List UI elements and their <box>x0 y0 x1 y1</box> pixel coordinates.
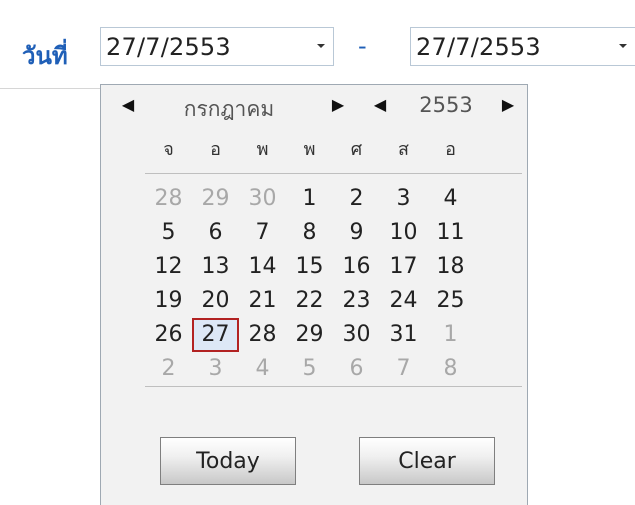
calendar-day[interactable]: 6 <box>192 216 239 250</box>
prev-month-icon[interactable]: ◀ <box>113 85 143 123</box>
calendar-grid-divider <box>145 386 522 387</box>
calendar-day[interactable]: 11 <box>427 216 474 250</box>
weekday-label: อ <box>210 139 221 160</box>
end-date-value: 27/7/2553 <box>416 32 541 61</box>
calendar-day[interactable]: 28 <box>239 318 286 352</box>
calendar-week-row: 5 6 7 8 9 10 11 <box>145 216 522 250</box>
calendar-day[interactable]: 4 <box>239 352 286 386</box>
weekday-label: พ <box>256 139 269 160</box>
date-filter-page: วันที่ 27/7/2553 - 27/7/2553 ◀ กรกฎาคม ▶… <box>0 0 635 505</box>
calendar-day[interactable]: 3 <box>380 182 427 216</box>
calendar-day[interactable]: 24 <box>380 284 427 318</box>
calendar-day[interactable]: 8 <box>286 216 333 250</box>
weekday-label: ศ <box>350 139 363 160</box>
calendar-day[interactable]: 9 <box>333 216 380 250</box>
calendar-day[interactable]: 7 <box>380 352 427 386</box>
calendar-day[interactable]: 29 <box>286 318 333 352</box>
date-label: วันที่ <box>22 42 68 70</box>
next-month-icon[interactable]: ▶ <box>323 85 353 123</box>
calendar-week-row: 28 29 30 1 2 3 4 <box>145 182 522 216</box>
calendar-day[interactable]: 12 <box>145 250 192 284</box>
weekday-label: จ <box>163 139 174 160</box>
prev-year-icon[interactable]: ◀ <box>365 85 395 123</box>
toolbar-divider <box>0 88 100 89</box>
calendar-header: ◀ กรกฎาคม ▶ ◀ 2553 ▶ <box>101 85 527 123</box>
calendar-day[interactable]: 30 <box>333 318 380 352</box>
calendar-day[interactable]: 4 <box>427 182 474 216</box>
calendar-day[interactable]: 18 <box>427 250 474 284</box>
calendar-day[interactable]: 16 <box>333 250 380 284</box>
calendar-week-row: 19 20 21 22 23 24 25 <box>145 284 522 318</box>
calendar-grid: จ อ พ พ ศ ส อ 28 29 30 1 2 3 4 5 6 7 8 9 10 11 12 13 14 1… <box>145 133 522 387</box>
calendar-day[interactable]: 28 <box>145 182 192 216</box>
start-date-value: 27/7/2553 <box>106 32 231 61</box>
calendar-day[interactable]: 13 <box>192 250 239 284</box>
end-date-combobox[interactable]: 27/7/2553 <box>410 27 635 66</box>
calendar-day[interactable]: 8 <box>427 352 474 386</box>
calendar-day[interactable]: 2 <box>333 182 380 216</box>
calendar-day[interactable]: 17 <box>380 250 427 284</box>
calendar-day[interactable]: 21 <box>239 284 286 318</box>
start-date-combobox[interactable]: 27/7/2553 <box>100 27 334 66</box>
calendar-day[interactable]: 3 <box>192 352 239 386</box>
calendar-day-selected[interactable]: 27 <box>192 318 239 352</box>
calendar-day[interactable]: 1 <box>286 182 333 216</box>
year-label: 2553 <box>419 93 473 117</box>
calendar-day[interactable]: 22 <box>286 284 333 318</box>
weekday-label: พ <box>303 139 316 160</box>
start-date-dropdown-icon[interactable] <box>317 44 325 48</box>
next-year-icon[interactable]: ▶ <box>493 85 523 123</box>
calendar-popup: ◀ กรกฎาคม ▶ ◀ 2553 ▶ จ อ พ พ ศ ส อ 28 29 3… <box>100 84 528 505</box>
end-date-dropdown-icon[interactable] <box>619 44 627 48</box>
calendar-week-row: 12 13 14 15 16 17 18 <box>145 250 522 284</box>
calendar-day[interactable]: 7 <box>239 216 286 250</box>
calendar-day[interactable]: 6 <box>333 352 380 386</box>
today-button[interactable]: Today <box>160 437 296 485</box>
month-label: กรกฎาคม <box>183 97 275 121</box>
calendar-day[interactable]: 14 <box>239 250 286 284</box>
weekday-header-row: จ อ พ พ ศ ส อ <box>145 133 522 174</box>
calendar-day[interactable]: 30 <box>239 182 286 216</box>
weekday-label: อ <box>445 139 456 160</box>
calendar-weeks: 28 29 30 1 2 3 4 5 6 7 8 9 10 11 12 13 14 15 16 17 18 19 20 21 2… <box>145 174 522 386</box>
calendar-day[interactable]: 5 <box>286 352 333 386</box>
calendar-day[interactable]: 25 <box>427 284 474 318</box>
calendar-day[interactable]: 26 <box>145 318 192 352</box>
calendar-day[interactable]: 31 <box>380 318 427 352</box>
calendar-day[interactable]: 1 <box>427 318 474 352</box>
weekday-label: ส <box>398 139 409 160</box>
date-range-separator: - <box>358 32 367 60</box>
calendar-day[interactable]: 19 <box>145 284 192 318</box>
clear-button[interactable]: Clear <box>359 437 495 485</box>
calendar-day[interactable]: 20 <box>192 284 239 318</box>
calendar-week-row: 26 27 28 29 30 31 1 <box>145 318 522 352</box>
calendar-day[interactable]: 2 <box>145 352 192 386</box>
calendar-day[interactable]: 29 <box>192 182 239 216</box>
calendar-day[interactable]: 23 <box>333 284 380 318</box>
calendar-day[interactable]: 5 <box>145 216 192 250</box>
calendar-week-row: 2345678 <box>145 352 522 386</box>
calendar-day[interactable]: 10 <box>380 216 427 250</box>
calendar-day[interactable]: 15 <box>286 250 333 284</box>
